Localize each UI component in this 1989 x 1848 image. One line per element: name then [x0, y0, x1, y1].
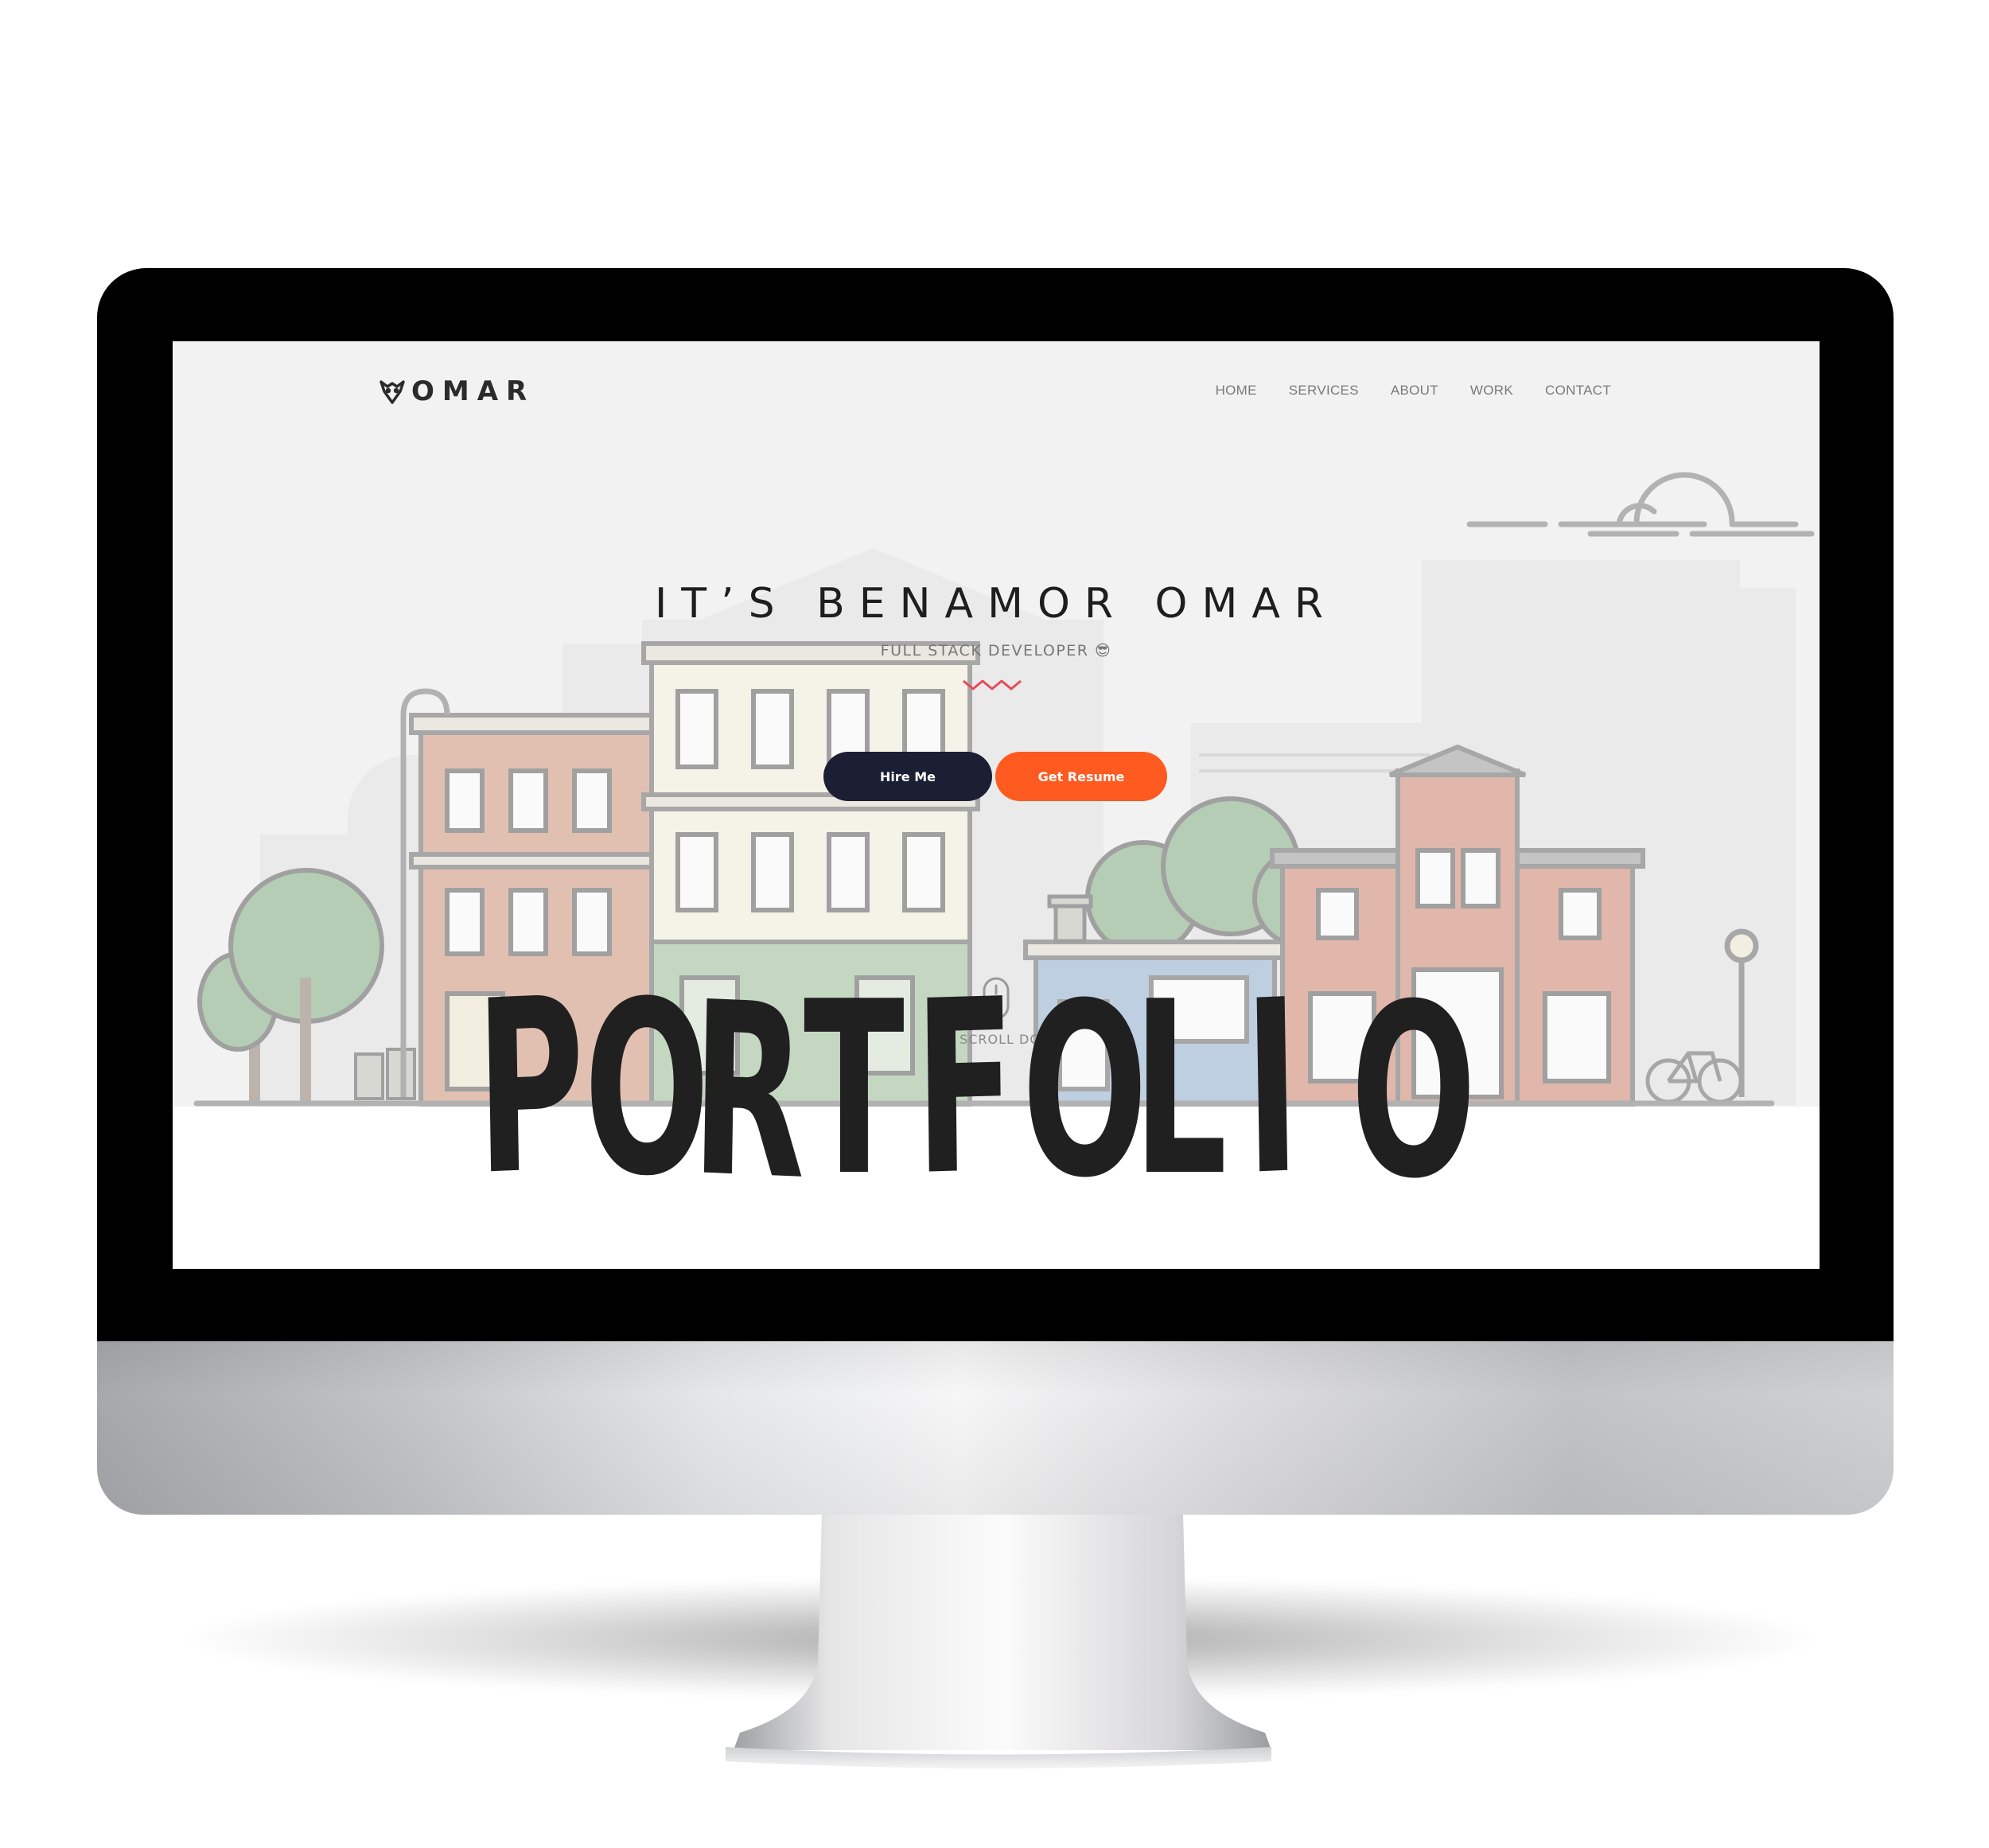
brand-logo[interactable]: OMAR — [378, 373, 535, 410]
portfolio-letter: O — [1020, 951, 1150, 1232]
nav-services[interactable]: SERVICES — [1289, 383, 1359, 399]
main-nav: HOME SERVICES ABOUT WORK CONTACT — [1216, 383, 1611, 399]
hero-subtitle: FULL STACK DEVELOPER 😎 — [880, 642, 1112, 659]
portfolio-letter: T — [804, 951, 905, 1228]
squiggle-divider-icon — [963, 679, 1022, 691]
portfolio-letter: P — [473, 946, 587, 1228]
portfolio-letter: I — [1242, 948, 1302, 1228]
portfolio-letter: F — [913, 947, 1018, 1228]
nav-home[interactable]: HOME — [1216, 383, 1257, 399]
brand-name: OMAR — [411, 375, 535, 407]
monitor-chin-shade — [97, 1341, 1894, 1515]
nav-contact[interactable]: CONTACT — [1545, 383, 1611, 399]
portfolio-overlay-title: PORTFOLIO — [474, 946, 1588, 1234]
nav-work[interactable]: WORK — [1470, 383, 1513, 399]
hero-title: IT’S BENAMOR OMAR — [654, 580, 1338, 628]
portfolio-letter: L — [1133, 951, 1228, 1228]
owl-logo-icon — [380, 380, 405, 404]
portfolio-letter: R — [689, 951, 808, 1233]
portfolio-letter: O — [1348, 951, 1479, 1234]
get-resume-button[interactable]: Get Resume — [995, 752, 1167, 801]
nav-about[interactable]: ABOUT — [1391, 383, 1438, 399]
hire-me-button[interactable]: Hire Me — [823, 752, 992, 801]
